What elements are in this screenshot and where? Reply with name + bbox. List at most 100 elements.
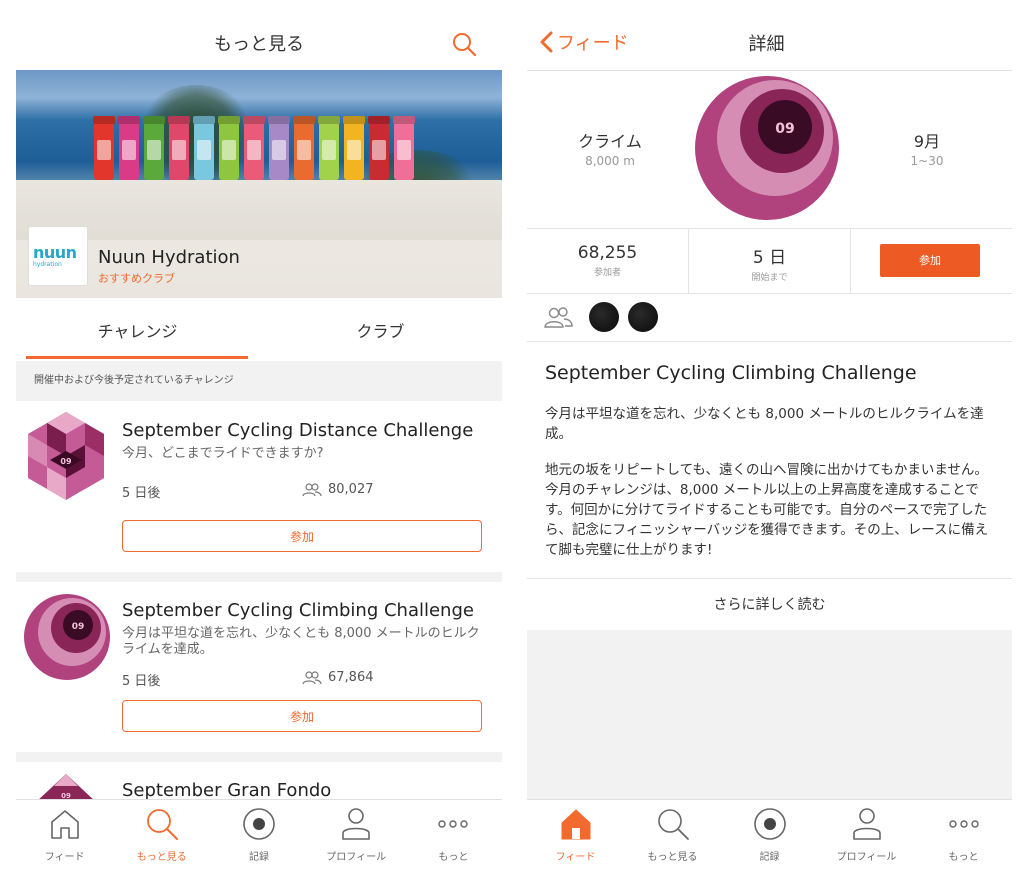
challenge-title[interactable]: September Cycling Climbing Challenge: [122, 600, 474, 621]
challenge-card[interactable]: 09 September Cycling Climbing Challenge …: [16, 582, 502, 753]
challenge-stats-row: 68,255 参加者 5 日 開始まで 参加: [527, 229, 1012, 294]
climbing-badge-icon: 09: [24, 594, 110, 680]
join-button[interactable]: 参加: [880, 244, 980, 277]
period-stat: 9月 1~30: [872, 128, 982, 168]
bottom-tab-bar: フィード もっと見る 記録 プロフィール もっと: [16, 799, 502, 875]
tabbar-label: 記録: [759, 852, 780, 863]
goal-label: クライム: [578, 132, 642, 151]
empty-area: [527, 630, 1012, 799]
challenge-title[interactable]: September Gran Fondo: [122, 780, 331, 801]
read-more-link[interactable]: さらに詳しく読む: [527, 578, 1012, 631]
friends-row[interactable]: [527, 294, 1012, 342]
featured-club-banner[interactable]: nuun hydration Nuun Hydration おすすめクラブ: [16, 70, 502, 298]
people-icon: [302, 670, 322, 684]
card-divider: [16, 752, 502, 762]
tabbar-label: もっと: [438, 852, 469, 863]
tabbar-item-record[interactable]: 記録: [210, 800, 307, 875]
record-icon: [243, 808, 275, 840]
period-value: 1~30: [910, 154, 944, 168]
challenge-description: 今月は平坦な道を忘れ、少なくとも 8,000 メートルのヒルクライムを達成。: [122, 626, 480, 657]
tabbar-label: もっと見る: [647, 852, 698, 863]
club-logo: nuun hydration: [28, 226, 88, 286]
challenge-description-text: 地元の坂をリピートしても、遠くの山へ冒険に出かけてもかまいません。今月のチャレン…: [545, 462, 989, 558]
profile-icon: [852, 808, 881, 840]
participants-value: 68,255: [577, 243, 638, 263]
tabbar-item-feed[interactable]: フィード: [16, 800, 113, 875]
goal-stat: クライム 8,000 m: [555, 128, 665, 168]
challenge-card[interactable]: 09 September Cycling Distance Challenge …: [16, 402, 502, 573]
participant-count: 80,027: [302, 482, 374, 497]
join-button[interactable]: 参加: [122, 520, 482, 552]
tabbar-item-explore[interactable]: もっと見る: [624, 800, 721, 875]
challenge-detail-screen: フィード 詳細 クライム 8,000 m 09 9月 1~30 68,255 参…: [527, 0, 1012, 875]
profile-icon: [342, 808, 371, 840]
search-icon: [657, 809, 689, 840]
tabbar-item-feed[interactable]: フィード: [527, 800, 624, 875]
badge-text: 09: [775, 121, 794, 137]
tabbar-label: 記録: [249, 852, 269, 863]
participant-count: 67,864: [302, 670, 374, 685]
search-icon: [146, 809, 178, 840]
avatar[interactable]: [628, 302, 658, 332]
home-icon: [50, 810, 79, 839]
tab-clubs[interactable]: クラブ: [259, 318, 502, 342]
explore-screen: もっと見る nuun hydration Nuun Hydration おすすめ…: [16, 0, 502, 875]
challenge-start-date: 5 日後: [122, 674, 161, 689]
tabbar-label: フィード: [555, 852, 596, 863]
challenge-summary: クライム 8,000 m 09 9月 1~30: [527, 70, 1012, 229]
club-logo-word: nuun: [33, 243, 77, 262]
card-divider: [16, 572, 502, 582]
section-label: 開催中および今後予定されているチャレンジ: [16, 361, 502, 401]
page-title: もっと見る: [214, 34, 304, 55]
home-icon: [561, 809, 590, 840]
more-icon: [438, 820, 469, 828]
record-icon: [753, 808, 786, 840]
badge-text: 09: [60, 457, 72, 466]
join-button[interactable]: 参加: [122, 700, 482, 732]
tabbar-label: もっと: [948, 852, 979, 863]
tabbar-item-more[interactable]: もっと: [915, 800, 1012, 875]
tabbar-label: プロフィール: [836, 852, 897, 863]
challenge-card[interactable]: 09 September Gran Fondo: [16, 762, 502, 812]
participants-stat: 68,255 参加者: [527, 229, 688, 293]
goal-value: 8,000 m: [585, 154, 635, 168]
challenge-summary-text: 今月は平坦な道を忘れ、少なくとも 8,000 メートルのヒルクライムを達成。: [545, 406, 984, 442]
explore-tabs: チャレンジ クラブ: [16, 298, 502, 360]
more-icon: [948, 820, 979, 828]
distance-badge-icon: 09: [28, 412, 104, 500]
starts-in-label: 開始まで: [751, 273, 788, 283]
tabbar-label: プロフィール: [326, 852, 387, 863]
challenge-title[interactable]: September Cycling Distance Challenge: [122, 420, 473, 441]
tabbar-item-more[interactable]: もっと: [405, 800, 502, 875]
bottom-tab-bar: フィード もっと見る 記録 プロフィール もっと: [527, 799, 1012, 875]
hero-caption-band: [16, 240, 502, 298]
climbing-badge-icon: 09: [695, 76, 839, 220]
tabbar-item-profile[interactable]: プロフィール: [308, 800, 405, 875]
challenge-title: September Cycling Climbing Challenge: [545, 362, 917, 384]
people-icon: [302, 482, 322, 496]
explore-header: もっと見る: [16, 0, 502, 71]
period-label: 9月: [913, 132, 941, 151]
club-name: Nuun Hydration: [98, 247, 240, 268]
detail-header: フィード 詳細: [527, 0, 1012, 71]
page-title: 詳細: [748, 34, 785, 55]
active-tab-indicator: [26, 356, 248, 359]
participant-count-value: 67,864: [328, 670, 374, 685]
club-logo-sub: hydration: [33, 261, 62, 268]
challenge-description: 今月、どこまでライドできますか?: [122, 446, 324, 461]
participants-label: 参加者: [593, 268, 621, 278]
divider: [850, 229, 851, 293]
tabbar-label: フィード: [44, 852, 85, 863]
tabbar-item-explore[interactable]: もっと見る: [113, 800, 210, 875]
tab-challenges[interactable]: チャレンジ: [16, 318, 259, 342]
participant-count-value: 80,027: [328, 482, 374, 497]
avatar[interactable]: [589, 302, 619, 332]
tabbar-label: もっと見る: [136, 852, 187, 863]
hero-photo-tubes: [94, 122, 414, 180]
challenge-start-date: 5 日後: [122, 486, 161, 501]
tabbar-item-profile[interactable]: プロフィール: [818, 800, 915, 875]
search-icon[interactable]: [452, 32, 476, 56]
club-tag: おすすめクラブ: [98, 272, 175, 285]
starts-in-value: 5 日: [752, 248, 787, 268]
tabbar-item-record[interactable]: 記録: [721, 800, 818, 875]
